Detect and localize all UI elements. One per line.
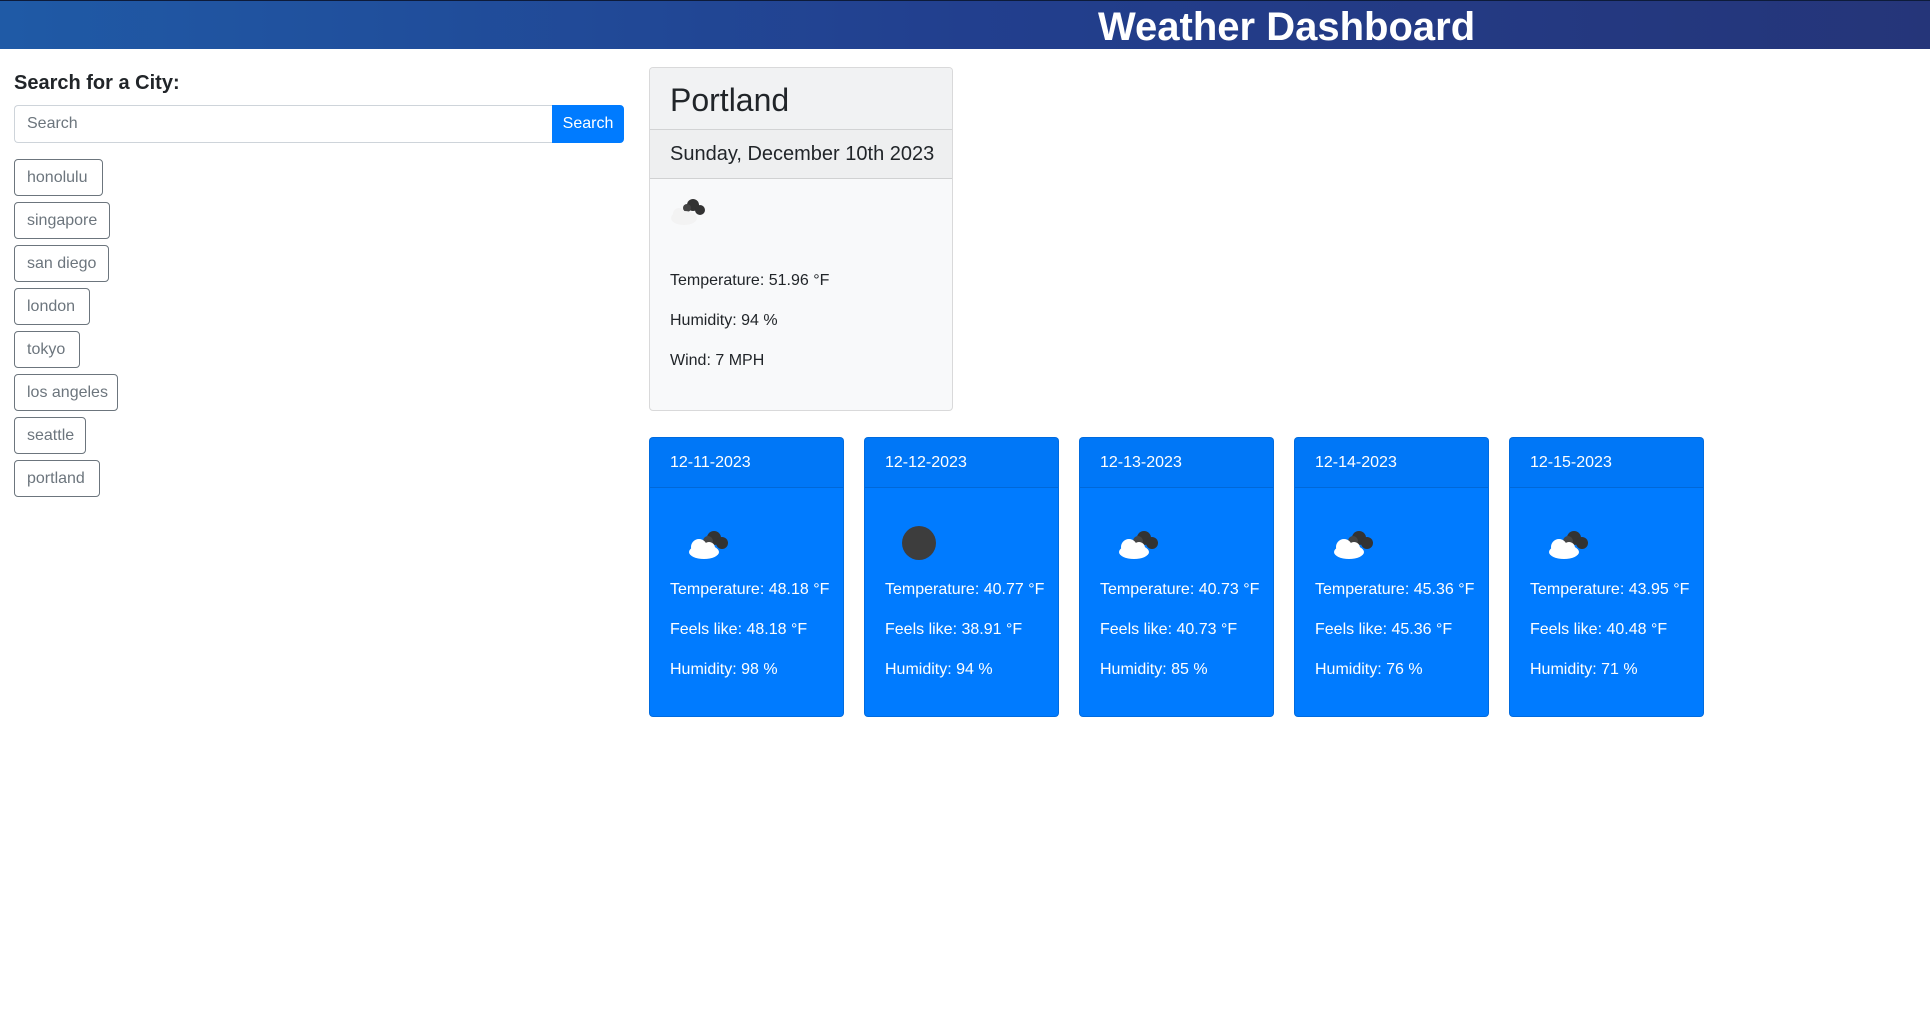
forecast-humidity: Humidity: 98 % bbox=[670, 661, 778, 678]
forecast-feels-like: Feels like: 48.18 °F bbox=[670, 621, 808, 638]
forecast-temperature: Temperature: 40.73 °F bbox=[1100, 581, 1260, 598]
forecast-temperature: Temperature: 45.36 °F bbox=[1315, 581, 1475, 598]
forecast-card: 12-14-2023 Temperature: 45.36 °F Feels l… bbox=[1294, 437, 1489, 717]
history-button-portland[interactable]: portland bbox=[14, 460, 100, 497]
forecast-humidity: Humidity: 94 % bbox=[885, 661, 993, 678]
search-history: honolulu singapore san diego london toky… bbox=[14, 159, 118, 503]
forecast-date: 12-15-2023 bbox=[1510, 438, 1703, 488]
cloud-icon bbox=[1334, 531, 1373, 559]
cloud-icon bbox=[1119, 531, 1158, 559]
forecast-card: 12-12-2023 Temperature: 40.77 °F Feels l… bbox=[864, 437, 1059, 717]
history-button-los-angeles[interactable]: los angeles bbox=[14, 374, 118, 411]
page-header: Weather Dashboard bbox=[0, 0, 1930, 49]
history-button-london[interactable]: london bbox=[14, 288, 90, 325]
history-button-singapore[interactable]: singapore bbox=[14, 202, 110, 239]
current-temperature: Temperature: 51.96 °F bbox=[670, 272, 830, 289]
forecast-temperature: Temperature: 43.95 °F bbox=[1530, 581, 1690, 598]
page-title: Weather Dashboard bbox=[1098, 5, 1476, 49]
forecast-date: 12-12-2023 bbox=[865, 438, 1058, 488]
forecast-date: 12-14-2023 bbox=[1295, 438, 1488, 488]
history-button-honolulu[interactable]: honolulu bbox=[14, 159, 103, 196]
forecast-feels-like: Feels like: 38.91 °F bbox=[885, 621, 1023, 638]
current-date: Sunday, December 10th 2023 bbox=[650, 130, 952, 179]
forecast-card: 12-13-2023 Temperature: 40.73 °F Feels l… bbox=[1079, 437, 1274, 717]
search-input[interactable] bbox=[14, 105, 552, 143]
history-button-tokyo[interactable]: tokyo bbox=[14, 331, 80, 368]
forecast-feels-like: Feels like: 40.73 °F bbox=[1100, 621, 1238, 638]
history-button-seattle[interactable]: seattle bbox=[14, 417, 86, 454]
search-panel: Search for a City: Search honolulu singa… bbox=[14, 70, 626, 497]
cloud-icon bbox=[671, 199, 705, 225]
current-wind: Wind: 7 MPH bbox=[670, 352, 765, 369]
forecast-humidity: Humidity: 71 % bbox=[1530, 661, 1638, 678]
forecast-humidity: Humidity: 76 % bbox=[1315, 661, 1423, 678]
current-humidity: Humidity: 94 % bbox=[670, 312, 778, 329]
forecast-date: 12-11-2023 bbox=[650, 438, 843, 488]
forecast-card: 12-15-2023 Temperature: 43.95 °F Feels l… bbox=[1509, 437, 1704, 717]
search-heading: Search for a City: bbox=[14, 72, 180, 94]
forecast-temperature: Temperature: 40.77 °F bbox=[885, 581, 1045, 598]
history-button-san-diego[interactable]: san diego bbox=[14, 245, 109, 282]
cloud-icon bbox=[689, 531, 728, 559]
current-weather-card: Portland Sunday, December 10th 2023 Temp… bbox=[649, 67, 953, 411]
forecast-feels-like: Feels like: 40.48 °F bbox=[1530, 621, 1668, 638]
circle-icon bbox=[902, 526, 936, 560]
forecast-card: 12-11-2023 Temperature: 48.18 °F Feels l… bbox=[649, 437, 844, 717]
forecast-date: 12-13-2023 bbox=[1080, 438, 1273, 488]
forecast-humidity: Humidity: 85 % bbox=[1100, 661, 1208, 678]
cloud-icon bbox=[1549, 531, 1588, 559]
forecast-feels-like: Feels like: 45.36 °F bbox=[1315, 621, 1453, 638]
search-bar: Search bbox=[14, 105, 624, 143]
forecast-row: 12-11-2023 Temperature: 48.18 °F Feels l… bbox=[649, 437, 1709, 717]
search-button[interactable]: Search bbox=[552, 105, 624, 143]
current-city: Portland bbox=[650, 68, 952, 130]
forecast-temperature: Temperature: 48.18 °F bbox=[670, 581, 830, 598]
